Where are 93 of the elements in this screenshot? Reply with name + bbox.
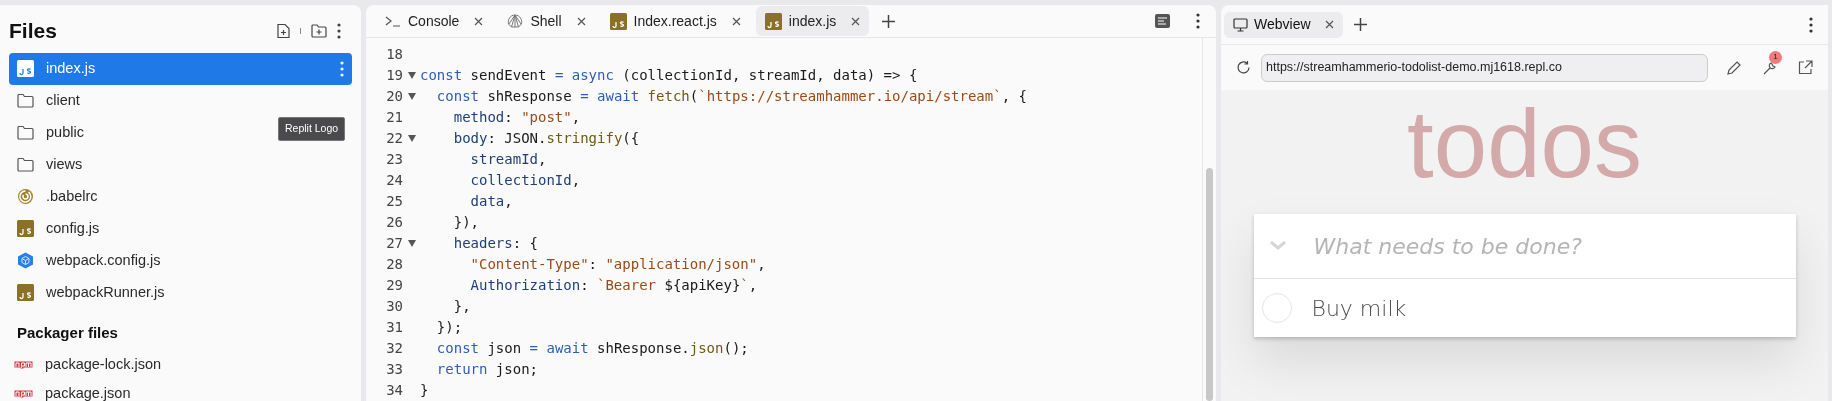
line-number: 23 xyxy=(385,150,403,169)
npm-icon xyxy=(14,390,33,398)
more-icon[interactable] xyxy=(337,22,341,39)
pencil-icon[interactable] xyxy=(1726,59,1742,76)
webview-tab[interactable]: Webview xyxy=(1224,11,1343,38)
code-line: headers: { xyxy=(452,234,538,253)
code-line: const sendEvent = async (collectionId, streamId, data) => { xyxy=(420,66,918,85)
file-item[interactable]: public xyxy=(9,116,100,149)
line-number: 33 xyxy=(385,360,403,379)
js-file-icon xyxy=(17,284,34,301)
js-file-icon xyxy=(17,60,34,77)
fold-icon[interactable] xyxy=(407,135,416,142)
line-number: 32 xyxy=(385,339,403,358)
swirl-icon xyxy=(17,188,34,205)
terminal-icon xyxy=(385,15,401,27)
file-item[interactable]: webpack.config.js xyxy=(9,244,177,277)
line-number: 31 xyxy=(385,318,403,337)
tooltip: Replit Logo xyxy=(278,117,346,141)
file-item[interactable]: views xyxy=(9,148,99,181)
file-item[interactable]: .babelrc xyxy=(9,180,114,213)
reload-icon[interactable] xyxy=(1236,60,1251,75)
file-item[interactable]: webpackRunner.js xyxy=(9,276,181,309)
fold-icon[interactable] xyxy=(407,72,416,79)
code-line: data, xyxy=(469,192,513,211)
editor-tab[interactable]: Console xyxy=(376,6,493,36)
fold-icon[interactable] xyxy=(407,93,416,100)
folder-icon xyxy=(17,93,34,108)
file-item[interactable]: client xyxy=(9,84,96,117)
code-line: }, xyxy=(452,297,471,316)
line-number: 20 xyxy=(385,87,403,106)
npm-icon xyxy=(14,361,33,369)
editor-tab[interactable]: Shell xyxy=(498,6,595,36)
panel-title: Files xyxy=(9,18,57,44)
app-title: todos xyxy=(1407,96,1642,192)
close-tab-icon[interactable] xyxy=(474,16,484,26)
cube-icon xyxy=(17,252,34,269)
code-line: } xyxy=(420,381,429,400)
more-icon[interactable] xyxy=(1196,13,1200,29)
add-tab-icon[interactable] xyxy=(1352,17,1368,32)
monitor-icon xyxy=(1233,17,1248,32)
line-number: 22 xyxy=(385,129,403,148)
format-icon[interactable] xyxy=(1155,14,1170,28)
line-number: 28 xyxy=(385,255,403,274)
close-tab-icon[interactable] xyxy=(731,16,741,26)
line-number: 26 xyxy=(385,213,403,232)
more-icon[interactable] xyxy=(1809,16,1813,33)
code-line: }); xyxy=(435,318,463,337)
close-tab-icon[interactable] xyxy=(576,16,586,26)
code-line: body: JSON.stringify({ xyxy=(452,129,640,148)
scrollbar-thumb[interactable] xyxy=(1206,168,1213,401)
js-file-icon xyxy=(609,12,627,30)
code-line: "Content-Type": "application/json", xyxy=(469,255,766,274)
code-line: collectionId, xyxy=(469,171,581,190)
code-line: }), xyxy=(452,213,479,232)
close-tab-icon[interactable] xyxy=(1324,20,1334,29)
external-link-icon[interactable] xyxy=(1798,60,1813,75)
code-line: const shResponse = await fetch(`https://streamhammer.io/api/stream`, { xyxy=(435,87,1027,106)
file-item[interactable]: index.js xyxy=(9,52,352,85)
editor-tab[interactable]: index.js xyxy=(755,6,870,36)
file-item[interactable]: config.js xyxy=(9,212,116,245)
section-title: Packager files xyxy=(17,323,118,341)
new-folder-icon[interactable] xyxy=(311,23,327,38)
code-line: const json = await shResponse.json(); xyxy=(435,339,749,358)
js-file-icon xyxy=(764,12,782,30)
line-number: 29 xyxy=(385,276,403,295)
code-line: method: "post", xyxy=(452,108,581,127)
editor-tab[interactable]: Index.react.js xyxy=(600,6,750,36)
url-field[interactable]: https://streamhammerio-todolist-demo.mj1618.repl.co xyxy=(1261,53,1708,82)
js-file-icon xyxy=(17,220,34,237)
file-item[interactable]: package-lock.json xyxy=(9,350,352,380)
new-file-icon[interactable] xyxy=(277,22,290,39)
file-item[interactable]: package.json xyxy=(9,379,352,401)
line-number: 34 xyxy=(385,381,403,400)
close-tab-icon[interactable] xyxy=(851,16,861,26)
line-number: 18 xyxy=(385,45,403,64)
line-number: 24 xyxy=(385,171,403,190)
line-number: 30 xyxy=(385,297,403,316)
fold-icon[interactable] xyxy=(407,240,416,247)
item-more-icon[interactable] xyxy=(340,60,344,77)
line-number: 27 xyxy=(385,234,403,253)
line-number: 25 xyxy=(385,192,403,211)
folder-icon xyxy=(17,157,34,172)
todo-text: Buy milk xyxy=(1311,294,1407,323)
new-todo-field[interactable]: What needs to be done? xyxy=(1313,229,1786,263)
line-number: 21 xyxy=(385,108,403,127)
notification-badge: 1 xyxy=(1769,50,1782,64)
code-line: streamId, xyxy=(469,150,547,169)
code-line: return json; xyxy=(435,360,538,379)
line-number: 19 xyxy=(385,66,403,85)
add-tab-icon[interactable] xyxy=(881,13,897,29)
code-line: Authorization: `Bearer ${apiKey}`, xyxy=(469,276,758,295)
shell-icon xyxy=(507,14,524,28)
folder-icon xyxy=(17,125,34,140)
